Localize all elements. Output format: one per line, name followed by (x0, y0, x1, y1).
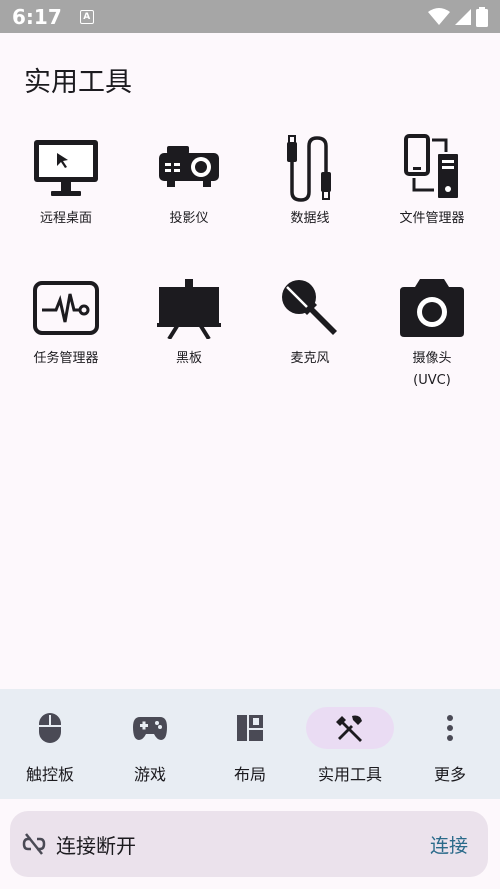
tool-label: 黑板 (175, 351, 202, 366)
connection-bar: 连接断开 连接 (10, 811, 488, 877)
battery-icon (476, 6, 488, 27)
usb-cable-icon (273, 133, 347, 203)
monitor-icon (29, 133, 103, 203)
bottom-nav: 触控板 游戏 布局 实用工具 更多 (0, 689, 500, 799)
tool-remote-desktop[interactable]: 远程桌面 (6, 133, 126, 253)
tool-label: 数据线 (290, 211, 330, 226)
nav-item-tools[interactable]: 实用工具 (300, 689, 400, 799)
tools-icon (336, 715, 362, 742)
projector-icon (152, 133, 226, 203)
connect-button[interactable]: 连接 (430, 831, 468, 858)
tool-label: 摄像头 (UVC) (412, 349, 451, 391)
nav-label: 游戏 (133, 765, 166, 784)
tool-label: 麦克风 (290, 351, 330, 366)
mouse-icon (39, 713, 61, 743)
task-monitor-icon (29, 273, 103, 343)
tool-task-manager[interactable]: 任务管理器 (6, 273, 126, 393)
blackboard-icon (152, 273, 226, 343)
status-icons (428, 6, 488, 27)
nav-label: 更多 (433, 765, 466, 784)
link-off-icon (22, 833, 46, 855)
nav-item-game[interactable]: 游戏 (100, 689, 200, 799)
signal-icon (455, 8, 471, 25)
camera-icon (395, 273, 469, 343)
file-transfer-icon (395, 133, 469, 203)
tool-microphone[interactable]: 麦克风 (250, 273, 370, 393)
tool-label-line1: 摄像头 (412, 351, 452, 366)
tool-label: 任务管理器 (33, 351, 99, 366)
microphone-icon (273, 273, 347, 343)
nav-label: 实用工具 (317, 765, 382, 784)
layout-icon (237, 715, 263, 741)
nav-item-more[interactable]: 更多 (400, 689, 500, 799)
tool-blackboard[interactable]: 黑板 (129, 273, 249, 393)
tool-label: 文件管理器 (399, 211, 465, 226)
status-bar: 6:17 A (0, 0, 500, 33)
nav-label: 布局 (233, 765, 266, 784)
status-time: 6:17 (12, 4, 62, 29)
gamepad-icon (133, 717, 167, 740)
tool-label: 投影仪 (169, 211, 209, 226)
wifi-icon (428, 7, 450, 25)
nav-item-touchpad[interactable]: 触控板 (0, 689, 100, 799)
nav-label: 触控板 (25, 765, 74, 784)
nav-item-layout[interactable]: 布局 (200, 689, 300, 799)
keyboard-badge-icon: A (79, 9, 94, 24)
connection-status: 连接断开 (56, 833, 136, 858)
tool-label: 远程桌面 (39, 211, 92, 226)
tool-label-line2: (UVC) (413, 373, 451, 388)
tool-projector[interactable]: 投影仪 (129, 133, 249, 253)
tool-camera[interactable]: 摄像头 (UVC) (372, 273, 492, 393)
page-title: 实用工具 (24, 67, 132, 98)
tool-data-cable[interactable]: 数据线 (250, 133, 370, 253)
tool-file-manager[interactable]: 文件管理器 (372, 133, 492, 253)
nav-active-pill (306, 707, 394, 749)
more-vert-icon (447, 715, 453, 741)
